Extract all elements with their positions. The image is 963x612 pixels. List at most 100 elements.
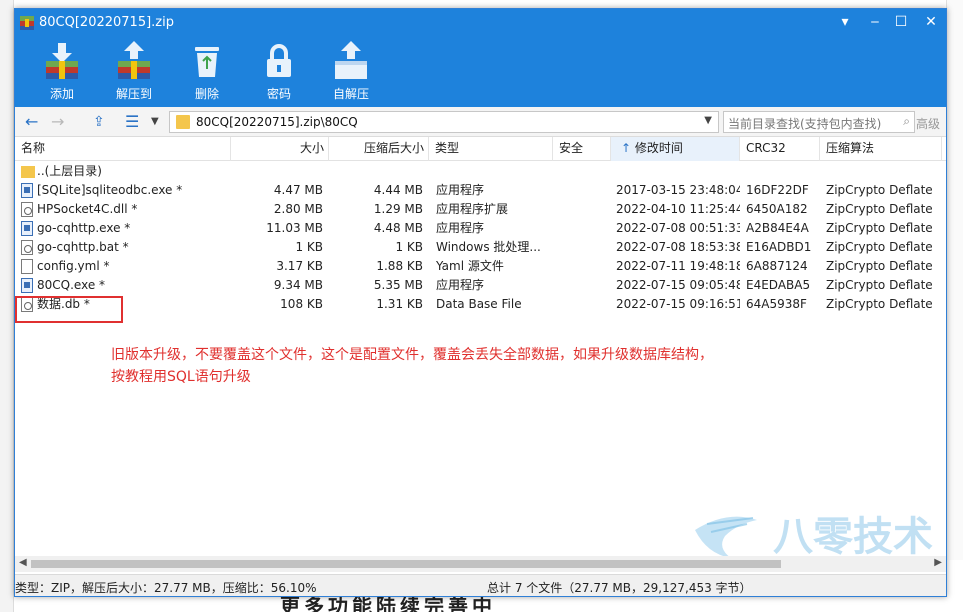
file-modified: 2022-07-15 09:05:48 [616, 278, 740, 292]
delete-button[interactable]: 删除 [175, 39, 239, 105]
title-bar[interactable]: 80CQ[20220715].zip ▾ ‒ ☐ ✕ [15, 9, 946, 37]
extract-button-label: 解压到 [115, 87, 152, 101]
status-total: 总计 7 个文件（27.77 MB，29,127,453 字节） [487, 581, 752, 595]
file-packed-size: 1 KB [395, 240, 423, 254]
file-size: 11.03 MB [266, 221, 323, 235]
list-item[interactable]: go-cqhttp.exe * 11.03 MB 4.48 MB 应用程序 20… [15, 219, 946, 238]
file-modified: 2022-07-08 18:53:38 [616, 240, 740, 254]
archive-app-icon [20, 16, 34, 30]
column-size[interactable]: 大小 [231, 137, 329, 161]
file-type: 应用程序 [436, 183, 485, 197]
column-crc32[interactable]: CRC32 [740, 137, 820, 161]
file-method: ZipCrypto Deflate [826, 202, 933, 216]
scroll-left-icon[interactable]: ◀ [19, 557, 27, 568]
column-name[interactable]: 名称 [15, 137, 231, 161]
file-crc: 64A5938F [746, 297, 807, 311]
file-size: 9.34 MB [273, 278, 323, 292]
password-button[interactable]: 密码 [247, 39, 311, 105]
list-item[interactable]: ..(上层目录) [15, 162, 946, 181]
exe-file-icon [21, 278, 33, 293]
column-modified-label: 修改时间 [634, 141, 683, 155]
file-size: 3.17 KB [276, 259, 323, 273]
close-button[interactable]: ✕ [919, 12, 943, 32]
file-type: 应用程序扩展 [436, 202, 509, 216]
annotation-line-1: 旧版本升级，不要覆盖这个文件，这个是配置文件，覆盖会丢失全部数据，如果升级数据库… [111, 347, 713, 363]
file-crc: E16ADBD1 [746, 240, 812, 254]
file-packed-size: 1.31 KB [376, 297, 423, 311]
self-extract-button-label: 自解压 [332, 87, 369, 101]
address-path: 80CQ[20220715].zip\80CQ [196, 115, 358, 129]
list-item[interactable]: HPSocket4C.dll * 2.80 MB 1.29 MB 应用程序扩展 … [15, 200, 946, 219]
file-name: ..(上层目录) [37, 164, 102, 178]
file-packed-size: 1.29 MB [373, 202, 423, 216]
self-extract-button[interactable]: 自解压 [319, 39, 383, 105]
archive-window: 80CQ[20220715].zip ▾ ‒ ☐ ✕ 添加 解压到 删除 密码 … [14, 8, 947, 597]
view-menu-chevron-icon[interactable]: ▼ [151, 112, 159, 132]
maximize-button[interactable]: ☐ [889, 12, 913, 32]
file-modified: 2022-07-15 09:16:51 [616, 297, 740, 311]
exe-file-icon [21, 221, 33, 236]
file-crc: 6450A182 [746, 202, 808, 216]
sort-up-icon: ↑ [621, 141, 635, 155]
address-dropdown-icon[interactable]: ▼ [704, 115, 712, 126]
exe-file-icon [21, 183, 33, 198]
advanced-search-link[interactable]: 高级 [916, 115, 940, 132]
watermark-text: 八零技术 [773, 514, 933, 560]
scroll-right-icon[interactable]: ▶ [934, 557, 942, 568]
scrollbar-thumb[interactable] [31, 560, 781, 568]
watermark-logo: 八零技术 [695, 514, 933, 560]
list-item[interactable]: config.yml * 3.17 KB 1.88 KB Yaml 源文件 20… [15, 257, 946, 276]
minimize-button[interactable]: ‒ [863, 12, 887, 32]
window-title: 80CQ[20220715].zip [39, 15, 174, 30]
list-item[interactable]: 数据.db * 108 KB 1.31 KB Data Base File 20… [15, 295, 946, 314]
navigation-bar: ← → ⇪ ☰ ▼ 80CQ[20220715].zip\80CQ ▼ 当前目录… [15, 107, 946, 137]
search-input[interactable]: 当前目录查找(支持包内查找) ⌕ [723, 111, 915, 133]
add-button[interactable]: 添加 [30, 39, 94, 105]
list-item[interactable]: 80CQ.exe * 9.34 MB 5.35 MB 应用程序 2022-07-… [15, 276, 946, 295]
file-type: Yaml 源文件 [436, 259, 504, 273]
file-method: ZipCrypto Deflate [826, 221, 933, 235]
file-size: 2.80 MB [273, 202, 323, 216]
file-size: 1 KB [295, 240, 323, 254]
skin-menu-button[interactable]: ▾ [833, 12, 857, 32]
view-list-icon[interactable]: ☰ [125, 112, 139, 132]
forward-arrow-icon[interactable]: → [51, 112, 64, 132]
password-button-label: 密码 [266, 87, 291, 101]
address-bar[interactable]: 80CQ[20220715].zip\80CQ ▼ [169, 111, 719, 133]
annotation-line-2: 按教程用SQL语句升级 [111, 369, 251, 385]
file-packed-size: 5.35 MB [373, 278, 423, 292]
file-modified: 2022-07-08 00:51:33 [616, 221, 740, 235]
column-modified[interactable]: ↑ 修改时间 [611, 137, 740, 161]
column-packed-size[interactable]: 压缩后大小 [329, 137, 429, 161]
file-packed-size: 1.88 KB [376, 259, 423, 273]
column-method[interactable]: 压缩算法 [820, 137, 942, 161]
file-crc: 16DF22DF [746, 183, 809, 197]
add-archive-icon [46, 43, 78, 79]
file-name: HPSocket4C.dll * [37, 202, 138, 216]
add-button-label: 添加 [49, 87, 74, 101]
back-arrow-icon[interactable]: ← [25, 112, 38, 132]
file-name: go-cqhttp.bat * [37, 240, 129, 254]
horizontal-scrollbar[interactable]: ◀ ▶ [15, 556, 946, 572]
column-security[interactable]: 安全 [553, 137, 611, 161]
file-modified: 2022-04-10 11:25:44 [616, 202, 740, 216]
status-bar: 类型：ZIP，解压后大小：27.77 MB，压缩比：56.10% 总计 7 个文… [15, 574, 946, 596]
search-placeholder: 当前目录查找(支持包内查找) [728, 117, 882, 131]
background-page-right [946, 0, 963, 560]
file-name: go-cqhttp.exe * [37, 221, 131, 235]
file-size: 4.47 MB [273, 183, 323, 197]
column-type[interactable]: 类型 [429, 137, 553, 161]
search-icon[interactable]: ⌕ [903, 114, 910, 129]
list-item[interactable]: [SQLite]sqliteodbc.exe * 4.47 MB 4.44 MB… [15, 181, 946, 200]
file-type: 应用程序 [436, 221, 485, 235]
up-folder-icon[interactable]: ⇪ [93, 112, 105, 132]
file-size: 108 KB [280, 297, 323, 311]
extract-button[interactable]: 解压到 [102, 39, 166, 105]
file-crc: A2B84E4A [746, 221, 809, 235]
list-item[interactable]: go-cqhttp.bat * 1 KB 1 KB Windows 批处理...… [15, 238, 946, 257]
file-modified: 2017-03-15 23:48:04 [616, 183, 740, 197]
file-type: Windows 批处理... [436, 240, 541, 254]
folder-icon [21, 166, 35, 178]
file-method: ZipCrypto Deflate [826, 297, 933, 311]
highlight-box [15, 296, 123, 323]
